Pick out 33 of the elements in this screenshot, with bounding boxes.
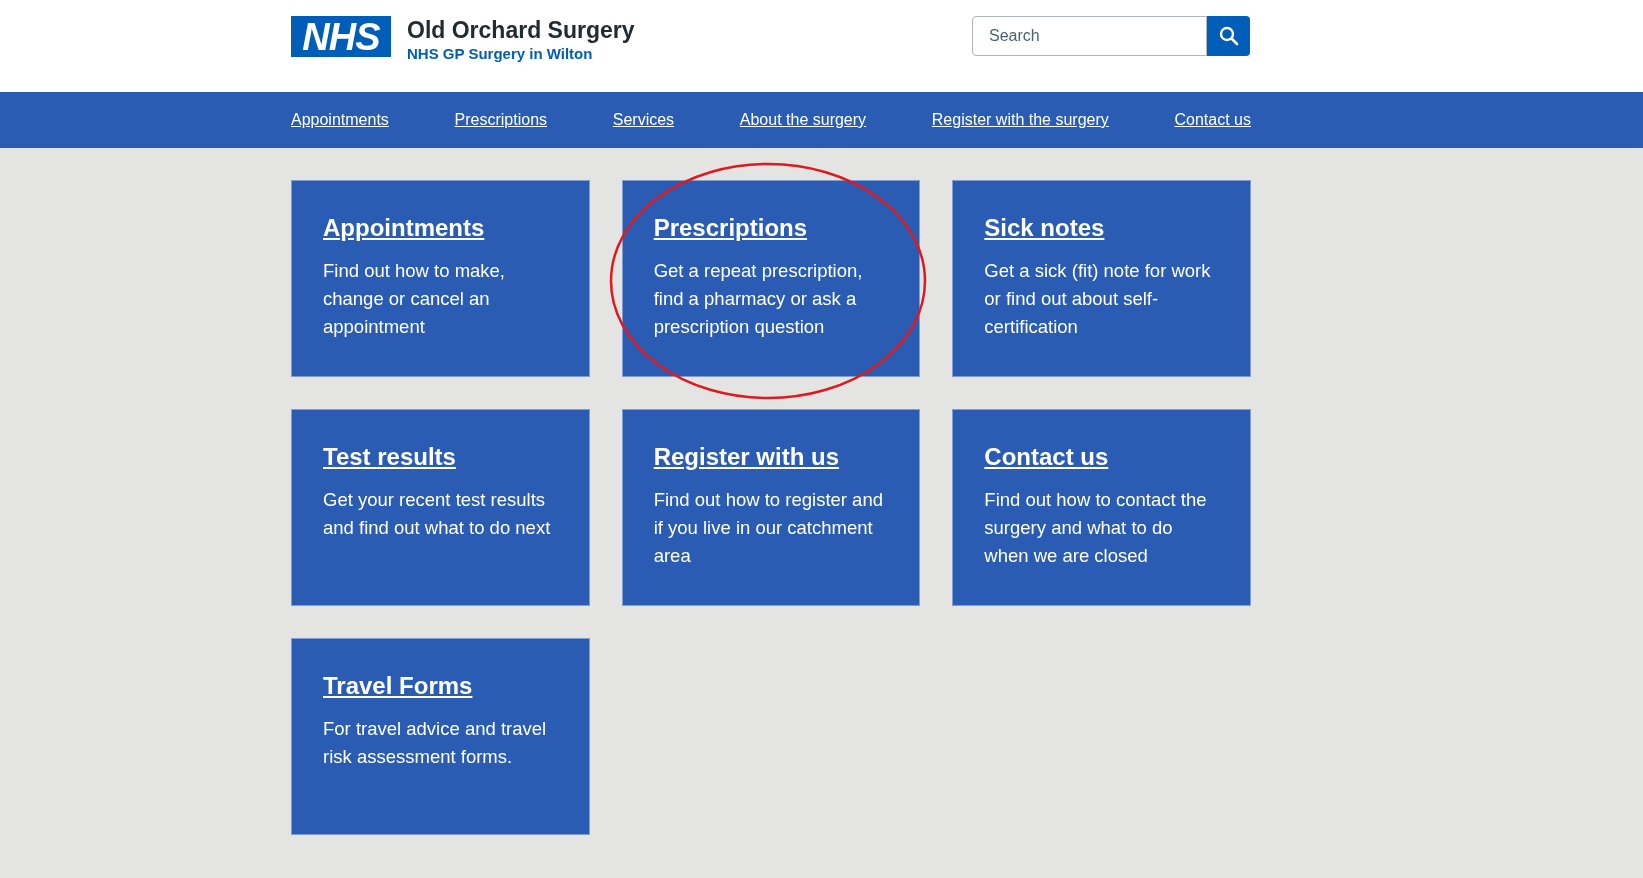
nav-link[interactable]: Contact us <box>1174 108 1251 132</box>
nav-link[interactable]: About the surgery <box>739 108 867 132</box>
nav-link[interactable]: Services <box>612 108 675 132</box>
card-description: Get your recent test results and find out what to do next <box>323 488 552 540</box>
card-title[interactable]: Travel Forms <box>323 671 558 701</box>
card-title[interactable]: Test results <box>323 442 558 472</box>
search-field[interactable]: Search <box>972 16 1207 56</box>
card-description: Get a sick (fit) note for work or find out about self-certification <box>984 259 1212 339</box>
card-description: Find out how to contact the surgery and what to do when we are closed <box>984 488 1208 568</box>
site-title: Old Orchard Surgery <box>407 16 635 45</box>
link-card[interactable]: Contact us Find out how to contact the surgery and what to do when we are closed <box>952 409 1251 606</box>
card-title[interactable]: Appointments <box>323 213 558 243</box>
search-button[interactable] <box>1207 16 1250 56</box>
link-card[interactable]: Test results Get your recent test results and find out what to do next <box>291 409 590 606</box>
nhs-logo[interactable]: NHS <box>291 16 391 57</box>
card-title[interactable]: Register with us <box>653 442 889 472</box>
card-title[interactable]: Contact us <box>984 442 1219 472</box>
link-card[interactable]: Appointments Find out how to make, change or cancel an appointment <box>291 180 590 377</box>
link-card[interactable]: Register with us Find out how to register and if you live in our catchment area <box>621 409 921 606</box>
card-description: Get a repeat prescription, find a pharmacy or ask a prescription question <box>653 259 864 339</box>
card-title[interactable]: Prescriptions <box>653 213 889 243</box>
nav-link[interactable]: Appointments <box>291 108 389 132</box>
nav-link[interactable]: Prescriptions <box>454 108 548 132</box>
card-description: Find out how to register and if you live in our catchment area <box>653 488 884 568</box>
card-description: Find out how to make, change or cancel an appointment <box>323 259 506 339</box>
link-card[interactable]: Sick notes Get a sick (fit) note for work or find out about self-certification <box>952 180 1251 377</box>
link-card[interactable]: Prescriptions Get a repeat prescription, find a pharmacy or ask a prescription question <box>621 180 921 377</box>
search-icon <box>1218 26 1239 46</box>
link-card[interactable]: Travel Forms For travel advice and travel risk assessment forms. <box>291 638 590 835</box>
nav-link[interactable]: Register with the surgery <box>931 108 1109 132</box>
site-subtitle: NHS GP Surgery in Wilton <box>407 44 594 64</box>
card-title[interactable]: Sick notes <box>984 213 1219 243</box>
card-description: For travel advice and travel risk assessment forms. <box>323 717 548 769</box>
